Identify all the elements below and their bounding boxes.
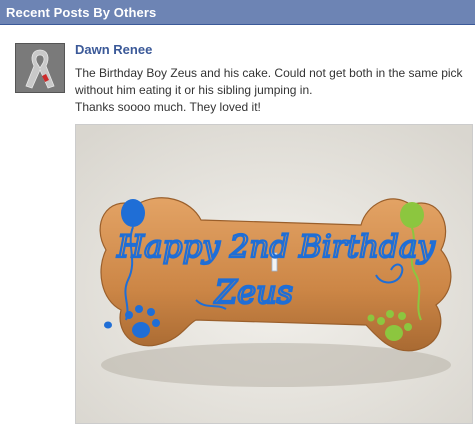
post-message: The Birthday Boy Zeus and his cake. Coul… [75, 65, 470, 116]
awareness-ribbon-icon [16, 44, 64, 92]
icing-text-line1: Happy 2nd Birthday [116, 229, 435, 265]
message-line: The Birthday Boy Zeus and his cake. Coul… [75, 66, 463, 97]
birthday-cake-photo: Happy 2nd Birthday Zeus [76, 125, 472, 423]
section-title: Recent Posts By Others [6, 5, 157, 20]
post-photo[interactable]: Happy 2nd Birthday Zeus [75, 124, 473, 424]
icing-text-line2: Zeus [214, 273, 293, 311]
message-line: Thanks soooo much. They loved it! [75, 100, 261, 114]
post-item: Dawn Renee The Birthday Boy Zeus and his… [0, 26, 475, 432]
author-name-link[interactable]: Dawn Renee [75, 42, 152, 57]
section-header: Recent Posts By Others [0, 0, 475, 25]
avatar[interactable] [15, 43, 65, 93]
